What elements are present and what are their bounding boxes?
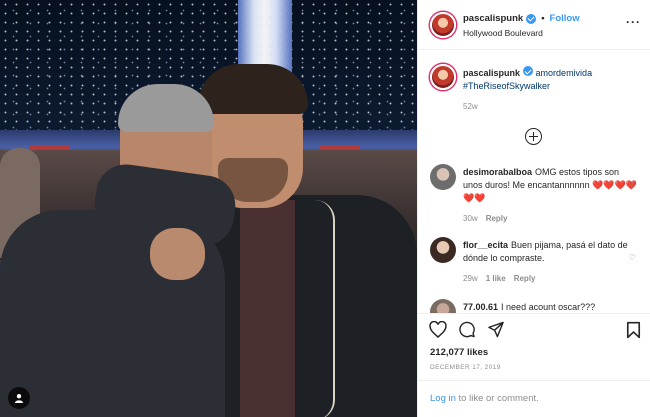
- comment-meta: 29w 1 like Reply: [463, 274, 536, 283]
- avatar[interactable]: [430, 64, 456, 90]
- comment-body: I need acount oscar???: [501, 302, 596, 312]
- user-tag-icon[interactable]: [8, 387, 30, 409]
- login-link[interactable]: Log in: [430, 393, 456, 404]
- post-actions: 212,077 likes DECEMBER 17, 2019 Log in t…: [418, 313, 650, 417]
- caption-username[interactable]: pascalispunk: [463, 68, 520, 78]
- comment-age: 29w: [463, 274, 478, 283]
- comment-text: desimorabalboa OMG estos tipos son unos d…: [463, 166, 638, 205]
- heart-icon[interactable]: [429, 321, 447, 338]
- comments-list[interactable]: pascalispunk amordemivida #TheRiseofSkyw…: [418, 51, 650, 313]
- comment-username[interactable]: desimorabalboa: [463, 167, 532, 177]
- bookmark-icon[interactable]: [626, 321, 641, 342]
- verified-badge-icon: [523, 66, 534, 76]
- comment-like-heart-icon[interactable]: ♡: [629, 253, 636, 262]
- login-prompt: Log in to like or comment.: [418, 380, 650, 417]
- separator-dot: •: [541, 13, 545, 24]
- comment-age: 30w: [463, 214, 478, 223]
- post-photo[interactable]: [0, 0, 417, 417]
- verified-badge-icon: [526, 13, 537, 24]
- caption-age: 52w: [463, 102, 478, 111]
- comment-meta: 30w Reply: [463, 214, 507, 223]
- avatar[interactable]: [430, 237, 456, 263]
- post-header: pascalispunk • Follow Hollywood Boulevar…: [418, 0, 650, 50]
- author-username[interactable]: pascalispunk: [463, 13, 523, 24]
- share-icon[interactable]: [487, 321, 505, 338]
- load-more-comments-icon[interactable]: [525, 128, 542, 145]
- location-link[interactable]: Hollywood Boulevard: [463, 28, 543, 38]
- login-prompt-rest: to like or comment.: [455, 393, 539, 404]
- avatar[interactable]: [430, 299, 456, 313]
- reply-button[interactable]: Reply: [514, 274, 536, 283]
- post-side-panel: pascalispunk • Follow Hollywood Boulevar…: [417, 0, 650, 417]
- more-horizontal-icon[interactable]: ···: [626, 16, 641, 28]
- comment-username[interactable]: flor__ecita: [463, 240, 508, 250]
- comment-icon[interactable]: [458, 321, 476, 338]
- post-author: pascalispunk • Follow: [463, 13, 580, 24]
- likes-count[interactable]: 212,077 likes: [430, 347, 488, 358]
- avatar[interactable]: [430, 12, 456, 38]
- avatar[interactable]: [430, 164, 456, 190]
- comment-like-heart-icon[interactable]: ♡: [629, 180, 636, 189]
- caption-mention[interactable]: amordemivida: [536, 68, 593, 78]
- person-right-hair: [198, 64, 308, 114]
- caption-text: pascalispunk amordemivida #TheRiseofSkyw…: [463, 66, 638, 93]
- action-icons: [429, 321, 505, 338]
- post-date: DECEMBER 17, 2019: [430, 364, 501, 371]
- comment-likes[interactable]: 1 like: [486, 274, 506, 283]
- follow-button[interactable]: Follow: [550, 13, 580, 24]
- caption-hashtag[interactable]: #TheRiseofSkywalker: [463, 81, 550, 91]
- reply-button[interactable]: Reply: [486, 214, 508, 223]
- comment-text: flor__ecita Buen pijama, pasá el dato de …: [463, 239, 638, 265]
- comment-text: 77.00.61 I need acount oscar???: [463, 301, 638, 313]
- comment-username[interactable]: 77.00.61: [463, 302, 498, 312]
- person-left-hand: [150, 228, 205, 280]
- login-prompt-text: Log in to like or comment.: [430, 393, 539, 404]
